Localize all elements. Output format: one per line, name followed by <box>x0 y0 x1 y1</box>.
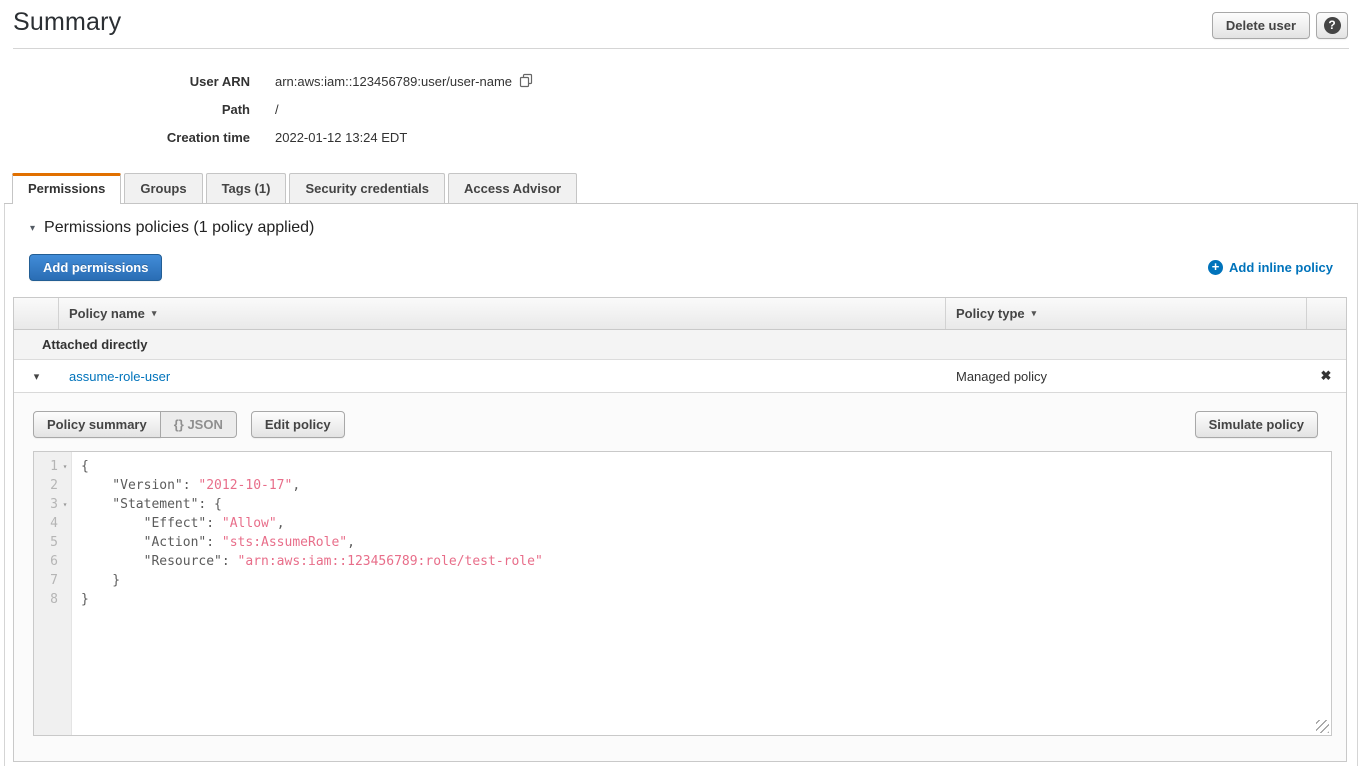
policy-row: ▾ assume-role-user Managed policy ✖ <box>14 360 1346 393</box>
attached-directly-group-row: Attached directly <box>14 330 1346 360</box>
page-title: Summary <box>13 8 121 37</box>
add-inline-policy-label: Add inline policy <box>1229 260 1333 275</box>
expand-column-header <box>14 298 59 329</box>
tab-access-advisor[interactable]: Access Advisor <box>448 173 577 203</box>
sort-caret-icon: ▾ <box>152 308 157 319</box>
permissions-policies-section-title: Permissions policies (1 policy applied) <box>44 219 314 237</box>
user-arn-row: User ARN arn:aws:iam::123456789:user/use… <box>0 67 1362 95</box>
page-header: Summary Delete user ? <box>0 0 1362 39</box>
chevron-down-icon: ▾ <box>30 223 35 234</box>
iam-user-summary-page: Summary Delete user ? User ARN arn:aws:i… <box>0 0 1362 766</box>
json-view-button[interactable]: {} JSON <box>160 411 237 438</box>
path-value: / <box>275 102 279 117</box>
user-arn-value: arn:aws:iam::123456789:user/user-name <box>275 74 512 89</box>
simulate-policy-button[interactable]: Simulate policy <box>1195 411 1318 438</box>
editor-line: 4 "Effect": "Allow", <box>34 514 1331 533</box>
creation-time-label: Creation time <box>0 130 250 145</box>
fold-caret-icon[interactable]: ▾ <box>58 495 72 514</box>
path-label: Path <box>0 102 250 117</box>
policy-detail-toolbar: Policy summary {} JSON Edit policy Simul… <box>33 411 1318 438</box>
detach-policy-x-icon[interactable]: ✖ <box>1306 368 1346 384</box>
help-button[interactable]: ? <box>1316 12 1348 39</box>
editor-line: 6 "Resource": "arn:aws:iam::123456789:ro… <box>34 552 1331 571</box>
user-info: User ARN arn:aws:iam::123456789:user/use… <box>0 67 1362 151</box>
tab-groups[interactable]: Groups <box>124 173 202 203</box>
help-icon: ? <box>1324 17 1341 34</box>
tab-security-credentials[interactable]: Security credentials <box>289 173 445 203</box>
policy-json-editor[interactable]: 1▾{ 2 "Version": "2012-10-17", 3▾ "State… <box>33 451 1332 736</box>
permissions-tab-panel: ▾ Permissions policies (1 policy applied… <box>4 204 1358 766</box>
plus-circle-icon: + <box>1208 260 1223 275</box>
add-permissions-button[interactable]: Add permissions <box>29 254 162 281</box>
policy-table: Policy name ▾ Policy type ▾ Attached dir… <box>13 297 1347 762</box>
policy-type-column-header[interactable]: Policy type ▾ <box>946 298 1306 329</box>
delete-user-button[interactable]: Delete user <box>1212 12 1310 39</box>
fold-caret-icon[interactable]: ▾ <box>58 457 72 476</box>
copy-icon[interactable] <box>519 73 534 91</box>
editor-line: 3▾ "Statement": { <box>34 495 1331 514</box>
editor-line: 2 "Version": "2012-10-17", <box>34 476 1331 495</box>
policy-name-column-header[interactable]: Policy name ▾ <box>59 298 946 329</box>
path-row: Path / <box>0 95 1362 123</box>
user-arn-label: User ARN <box>0 74 250 89</box>
sort-caret-icon: ▾ <box>1032 308 1037 319</box>
header-actions: Delete user ? <box>1212 12 1348 39</box>
editor-line: 5 "Action": "sts:AssumeRole", <box>34 533 1331 552</box>
editor-resize-handle[interactable] <box>1316 720 1329 733</box>
collapse-row-caret-icon[interactable]: ▾ <box>14 370 59 383</box>
policy-type-value: Managed policy <box>946 369 1306 384</box>
tab-tags[interactable]: Tags (1) <box>206 173 287 203</box>
edit-policy-button[interactable]: Edit policy <box>251 411 345 438</box>
creation-time-row: Creation time 2022-01-12 13:24 EDT <box>0 123 1362 151</box>
policy-name-link[interactable]: assume-role-user <box>69 369 170 384</box>
policy-table-header: Policy name ▾ Policy type ▾ <box>14 298 1346 330</box>
policy-actions-row: Add permissions + Add inline policy <box>29 254 1333 281</box>
view-toggle-group: Policy summary {} JSON <box>33 411 237 438</box>
editor-line: 8} <box>34 590 1331 609</box>
actions-column-header <box>1306 298 1346 329</box>
editor-line: 1▾{ <box>34 457 1331 476</box>
add-inline-policy-link[interactable]: + Add inline policy <box>1208 260 1333 275</box>
permissions-policies-section-toggle[interactable]: ▾ Permissions policies (1 policy applied… <box>30 219 1357 237</box>
editor-line: 7 } <box>34 571 1331 590</box>
policy-detail-panel: Policy summary {} JSON Edit policy Simul… <box>14 393 1346 761</box>
policy-summary-button[interactable]: Policy summary <box>33 411 161 438</box>
tab-permissions[interactable]: Permissions <box>12 173 121 204</box>
header-divider <box>13 48 1349 49</box>
editor-lines: 1▾{ 2 "Version": "2012-10-17", 3▾ "State… <box>34 452 1331 609</box>
creation-time-value: 2022-01-12 13:24 EDT <box>275 130 407 145</box>
tab-bar: Permissions Groups Tags (1) Security cre… <box>4 173 1358 204</box>
